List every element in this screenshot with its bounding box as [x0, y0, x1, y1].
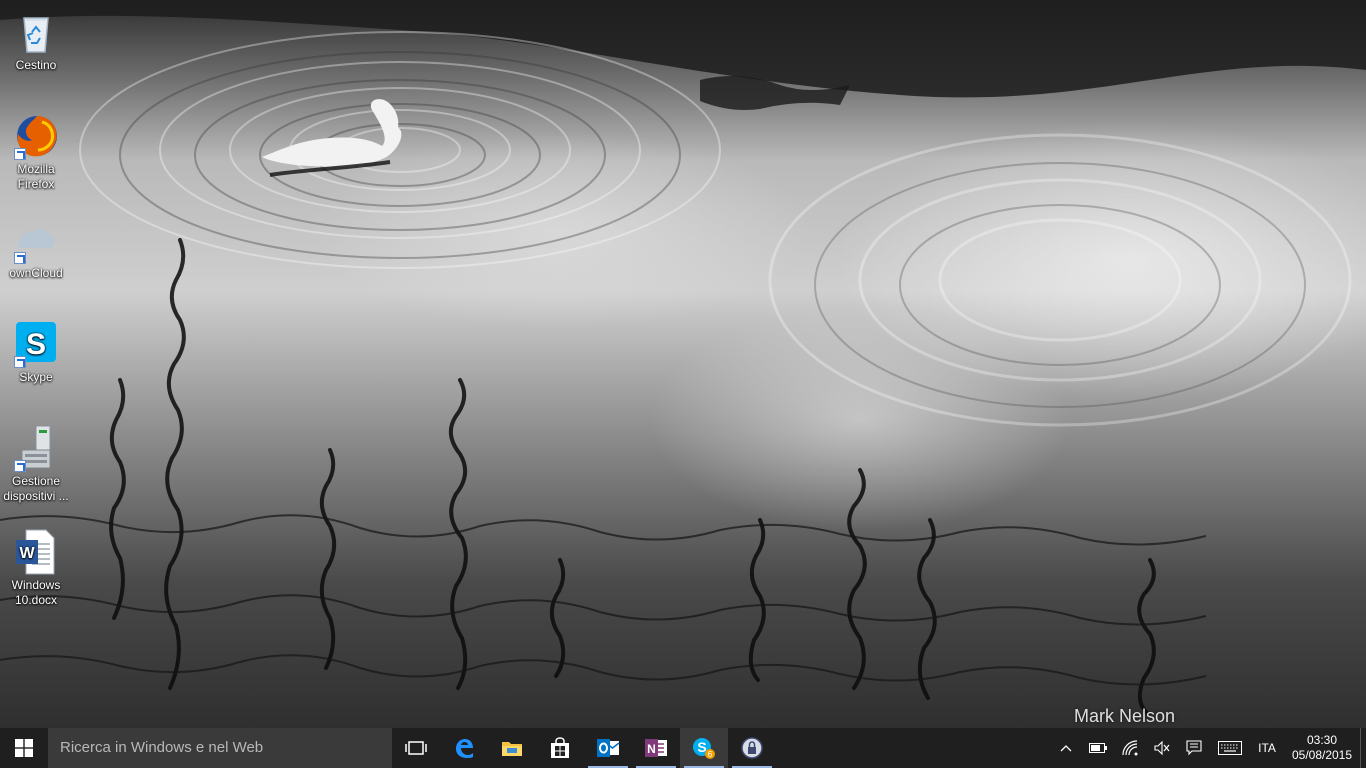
message-icon — [1186, 740, 1202, 756]
network-button[interactable] — [1114, 728, 1146, 768]
taskbar-store-button[interactable] — [536, 728, 584, 768]
onenote-icon: N — [645, 739, 667, 757]
outlook-icon — [597, 739, 620, 757]
clock-date: 05/08/2015 — [1291, 748, 1353, 762]
volume-button[interactable] — [1146, 728, 1178, 768]
taskbar-skype-button[interactable]: S 6 — [680, 728, 728, 768]
taskbar-file-explorer-button[interactable] — [488, 728, 536, 768]
clock-time: 03:30 — [1306, 733, 1338, 747]
search-box[interactable]: Ricerca in Windows e nel Web — [48, 728, 392, 768]
keyboard-icon — [1218, 741, 1242, 755]
device-manager-icon — [12, 424, 60, 472]
chevron-up-icon — [1060, 745, 1072, 752]
svg-text:N: N — [647, 742, 656, 756]
desktop-icon-device-manager[interactable]: Gestione dispositivi ... — [0, 424, 72, 504]
keepass-icon — [741, 737, 763, 759]
desktop-wallpaper — [0, 0, 1366, 728]
touch-keyboard-button[interactable] — [1210, 728, 1250, 768]
battery-icon — [1089, 743, 1107, 753]
store-icon — [551, 737, 569, 758]
svg-text:W: W — [19, 545, 35, 562]
task-view-icon — [405, 741, 427, 755]
shortcut-arrow-icon — [14, 356, 26, 368]
shortcut-arrow-icon — [14, 148, 26, 160]
desktop-icon-label: ownCloud — [9, 266, 63, 280]
show-hidden-icons-button[interactable] — [1050, 728, 1082, 768]
skype-icon: S 6 — [693, 738, 715, 759]
battery-button[interactable] — [1082, 728, 1114, 768]
wifi-icon — [1122, 740, 1138, 756]
taskbar-edge-button[interactable] — [440, 728, 488, 768]
taskbar-outlook-button[interactable] — [584, 728, 632, 768]
owncloud-icon — [12, 216, 60, 264]
input-language-indicator[interactable]: ITA — [1250, 741, 1284, 755]
word-document-icon: W — [12, 528, 60, 576]
desktop-icon-word-document[interactable]: W Windows 10.docx — [0, 528, 72, 608]
action-center-button[interactable] — [1178, 728, 1210, 768]
system-tray: ITA 03:30 05/08/2015 — [1050, 728, 1366, 768]
wallpaper-credit: Mark Nelson — [1074, 706, 1176, 726]
edge-icon — [456, 739, 473, 758]
shortcut-arrow-icon — [14, 460, 26, 472]
desktop-icon-label: Gestione dispositivi ... — [3, 474, 69, 503]
skype-icon: S — [12, 320, 60, 368]
taskbar-clock[interactable]: 03:30 05/08/2015 — [1284, 733, 1360, 763]
shortcut-arrow-icon — [14, 252, 26, 264]
show-desktop-button[interactable] — [1360, 728, 1366, 768]
desktop-icon-owncloud[interactable]: ownCloud — [0, 216, 72, 281]
desktop-icon-skype[interactable]: S Skype — [0, 320, 72, 385]
windows-logo-icon — [15, 739, 33, 757]
taskbar-onenote-button[interactable]: N — [632, 728, 680, 768]
taskbar: Ricerca in Windows e nel Web N S 6 ITA 0… — [0, 728, 1366, 768]
desktop-icon-label: Cestino — [15, 58, 57, 72]
desktop-icon-label: Mozilla Firefox — [17, 162, 55, 191]
volume-muted-icon — [1154, 741, 1170, 755]
desktop-icon-firefox[interactable]: Mozilla Firefox — [0, 112, 72, 192]
desktop-icon-label: Skype — [19, 370, 53, 384]
desktop-icon-label: Windows 10.docx — [11, 578, 61, 607]
skype-notification-badge: 6 — [708, 750, 713, 759]
file-explorer-icon — [502, 742, 522, 756]
wallpaper-lake-image — [0, 0, 1366, 716]
recycle-bin-icon — [12, 8, 60, 56]
svg-text:S: S — [26, 328, 46, 361]
desktop-icon-recycle-bin[interactable]: Cestino — [0, 8, 72, 73]
firefox-icon — [12, 112, 60, 160]
task-view-button[interactable] — [392, 728, 440, 768]
start-button[interactable] — [0, 728, 48, 768]
taskbar-keepass-button[interactable] — [728, 728, 776, 768]
